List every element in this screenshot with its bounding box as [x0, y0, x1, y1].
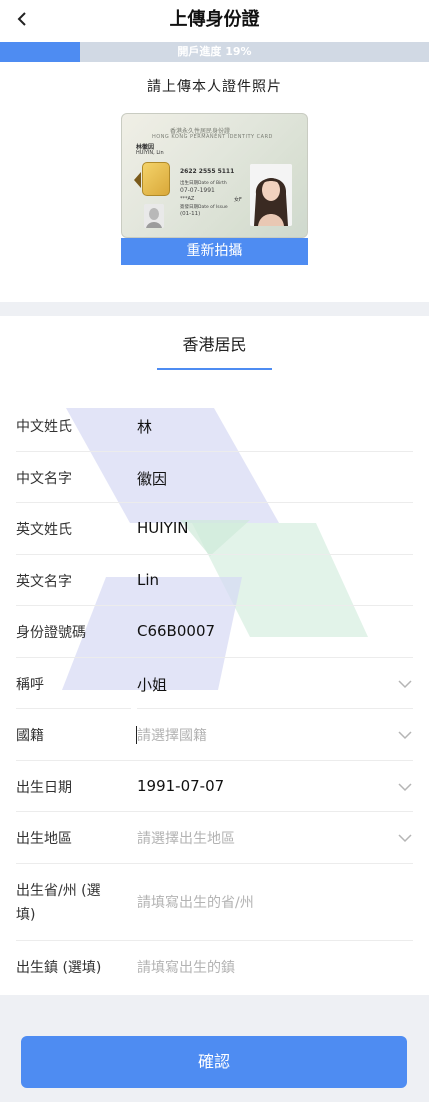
birth-town-row[interactable]: 出生鎮 (選填) 請填寫出生的鎮	[0, 941, 429, 993]
card-dob: 07-07-1991	[180, 187, 215, 194]
birth-region-input[interactable]: 請選擇出生地區	[137, 828, 235, 848]
progress-label: 開戶進度 19%	[177, 45, 252, 58]
salutation-label: 稱呼	[16, 676, 44, 693]
card-arrow-icon	[134, 172, 141, 188]
salutation-value[interactable]: 小姐	[137, 674, 167, 695]
birth-region-label: 出生地區	[16, 831, 72, 847]
card-heading-en: HONG KONG PERMANENT IDENTITY CARD	[152, 134, 273, 140]
birth-province-label-cont: 填)	[16, 907, 36, 923]
birth-town-input[interactable]: 請填寫出生的鎮	[137, 957, 235, 977]
card-name-en: HUIYIN, Lin	[136, 150, 164, 156]
birth-date-label: 出生日期	[16, 779, 72, 796]
card-chip-icon	[142, 162, 170, 196]
page-title: 上傳身份證	[169, 9, 260, 30]
id-card-image[interactable]: 香港永久性居民身份證 HONG KONG PERMANENT IDENTITY …	[121, 113, 308, 238]
cn-given-name-value[interactable]: 徽因	[137, 468, 167, 489]
id-number-value[interactable]: C66B0007	[137, 622, 215, 640]
cn-surname-value[interactable]: 林	[137, 416, 152, 437]
id-number-label: 身份證號碼	[16, 625, 86, 641]
resident-tab-underline	[157, 368, 272, 370]
text-cursor	[136, 726, 137, 744]
en-surname-row[interactable]: 英文姓氏 HUIYIN	[0, 503, 429, 555]
nationality-label: 國籍	[16, 728, 44, 744]
en-surname-value[interactable]: HUIYIN	[137, 519, 189, 537]
chevron-down-icon[interactable]	[397, 779, 413, 795]
birth-province-row[interactable]: 出生省/州 (選 填) 請填寫出生的省/州	[0, 864, 429, 941]
upload-instruction: 請上傳本人證件照片	[147, 79, 282, 95]
section-divider	[0, 302, 429, 316]
small-portrait-photo	[144, 204, 164, 228]
confirm-button[interactable]: 確認	[21, 1036, 407, 1088]
chevron-down-icon[interactable]	[397, 727, 413, 743]
portrait-photo	[250, 164, 292, 226]
birth-town-label: 出生鎮 (選填)	[16, 960, 102, 976]
en-given-name-value[interactable]: Lin	[137, 571, 159, 589]
progress-bar: 開戶進度 19%	[0, 42, 429, 62]
card-number: 2622 2555 5111	[180, 168, 235, 175]
id-number-row[interactable]: 身份證號碼 C66B0007	[0, 606, 429, 658]
chevron-down-icon[interactable]	[397, 676, 413, 692]
card-dob-label: 出生日期Date of Birth	[180, 181, 227, 186]
cn-given-name-label: 中文名字	[16, 470, 72, 487]
cn-surname-row[interactable]: 中文姓氏 林	[0, 400, 429, 452]
nationality-input[interactable]: 請選擇國籍	[137, 725, 207, 745]
en-given-name-label: 英文名字	[16, 573, 72, 590]
birth-date-row[interactable]: 出生日期 1991-07-07	[0, 761, 429, 812]
birth-province-label: 出生省/州 (選	[16, 883, 101, 899]
birth-province-input[interactable]: 請填寫出生的省/州	[137, 892, 254, 912]
retake-button[interactable]: 重新拍攝	[121, 238, 308, 265]
en-given-name-row[interactable]: 英文名字 Lin	[0, 555, 429, 606]
cn-given-name-row[interactable]: 中文名字 徽因	[0, 452, 429, 503]
chevron-down-icon[interactable]	[397, 830, 413, 846]
card-code: ***AZ	[180, 196, 195, 202]
birth-date-value[interactable]: 1991-07-07	[137, 777, 224, 795]
header: 上傳身份證	[0, 0, 429, 40]
cn-surname-label: 中文姓氏	[16, 419, 72, 435]
resident-tab[interactable]: 香港居民	[0, 331, 429, 355]
birth-region-row[interactable]: 出生地區 請選擇出生地區	[0, 812, 429, 864]
en-surname-label: 英文姓氏	[16, 522, 72, 538]
nationality-row[interactable]: 國籍 請選擇國籍	[0, 709, 429, 761]
salutation-row[interactable]: 稱呼 小姐	[0, 658, 429, 709]
card-issue-label: 簽發日期Date of Issue	[180, 205, 228, 210]
card-issue: (01-11)	[180, 211, 201, 217]
card-sex: 女F	[234, 197, 242, 203]
